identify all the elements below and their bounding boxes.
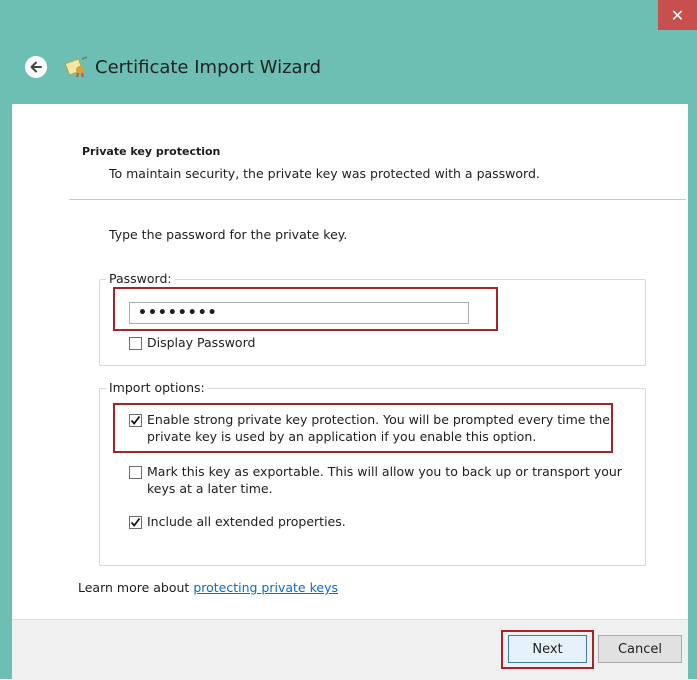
title-row: Certificate Import Wizard — [25, 52, 321, 82]
cancel-button[interactable]: Cancel — [598, 635, 682, 663]
wizard-footer: Next Cancel — [12, 619, 688, 680]
certificate-wizard-icon — [65, 56, 88, 78]
section-subtitle: To maintain security, the private key wa… — [109, 166, 540, 181]
display-password-label: Display Password — [147, 335, 256, 350]
exportable-label-line2: keys at a later time. — [147, 481, 273, 496]
next-highlight — [501, 630, 594, 669]
exportable-checkbox[interactable] — [129, 466, 142, 479]
password-group-label: Password: — [106, 271, 175, 286]
checkmark-icon — [130, 517, 141, 527]
learn-more-text: Learn more about — [78, 580, 190, 595]
extended-properties-label: Include all extended properties. — [147, 514, 346, 529]
protecting-private-keys-link[interactable]: protecting private keys — [193, 580, 338, 595]
window-title: Certificate Import Wizard — [95, 56, 322, 78]
header-divider — [69, 199, 686, 200]
import-options-label: Import options: — [106, 380, 208, 395]
strong-protection-highlight — [113, 403, 613, 453]
exportable-label-line1: Mark this key as exportable. This will a… — [147, 464, 622, 479]
extended-properties-checkbox[interactable] — [129, 516, 142, 529]
back-button[interactable] — [25, 56, 47, 78]
learn-more: Learn more about protecting private keys — [78, 580, 338, 595]
back-arrow-icon — [30, 61, 42, 73]
close-icon: ✕ — [670, 5, 685, 25]
password-highlight — [113, 287, 498, 331]
password-prompt: Type the password for the private key. — [109, 227, 348, 242]
wizard-content: Private key protection To maintain secur… — [12, 104, 688, 619]
close-button[interactable]: ✕ — [658, 0, 697, 30]
wizard-window: ✕ Certificate Import Wizard Private key … — [0, 0, 697, 680]
display-password-checkbox[interactable] — [129, 337, 142, 350]
section-title: Private key protection — [82, 145, 221, 158]
